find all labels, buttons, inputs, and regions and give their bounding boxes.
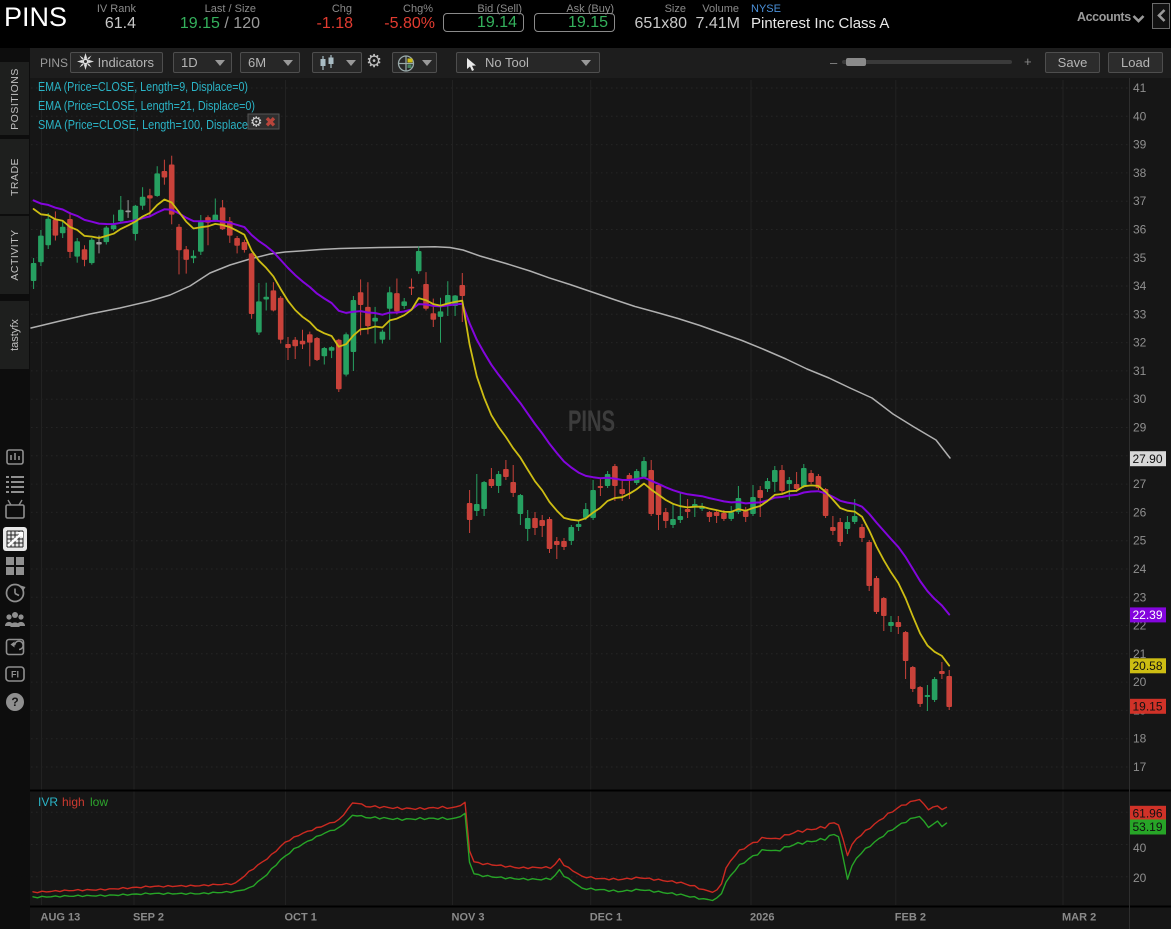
svg-text:SEP 2: SEP 2 bbox=[133, 912, 164, 924]
svg-text:30: 30 bbox=[1133, 392, 1147, 406]
svg-text:FEB 2: FEB 2 bbox=[895, 912, 926, 924]
svg-text:EMA (Price=CLOSE, Length=9, Di: EMA (Price=CLOSE, Length=9, Displace=0) bbox=[38, 79, 248, 94]
svg-text:39: 39 bbox=[1133, 138, 1147, 152]
svg-text:19.15: 19.15 bbox=[1133, 700, 1163, 714]
svg-text:33: 33 bbox=[1133, 307, 1147, 321]
svg-text:18: 18 bbox=[1133, 732, 1147, 746]
svg-text:29: 29 bbox=[1133, 421, 1147, 435]
svg-text:20: 20 bbox=[1133, 675, 1147, 689]
svg-text:SMA (Price=CLOSE, Length=100,: SMA (Price=CLOSE, Length=100, Displace bbox=[38, 117, 248, 132]
svg-text:DEC 1: DEC 1 bbox=[590, 912, 622, 924]
svg-text:high: high bbox=[62, 795, 85, 809]
svg-text:⚙: ⚙ bbox=[250, 114, 263, 130]
svg-text:36: 36 bbox=[1133, 223, 1147, 237]
svg-text:17: 17 bbox=[1133, 760, 1147, 774]
svg-text:40: 40 bbox=[1133, 109, 1147, 123]
svg-text:32: 32 bbox=[1133, 336, 1147, 350]
svg-text:PINS: PINS bbox=[568, 405, 615, 438]
svg-text:20: 20 bbox=[1133, 871, 1147, 885]
svg-text:22.39: 22.39 bbox=[1133, 608, 1163, 622]
svg-text:35: 35 bbox=[1133, 251, 1147, 265]
svg-text:27: 27 bbox=[1133, 477, 1147, 491]
svg-text:37: 37 bbox=[1133, 194, 1147, 208]
svg-text:?: ? bbox=[11, 695, 18, 709]
svg-text:40: 40 bbox=[1133, 841, 1147, 855]
svg-text:20.58: 20.58 bbox=[1133, 659, 1163, 673]
svg-text:27.90: 27.90 bbox=[1133, 452, 1163, 466]
svg-text:2026: 2026 bbox=[750, 912, 774, 924]
svg-text:25: 25 bbox=[1133, 534, 1147, 548]
svg-text:OCT 1: OCT 1 bbox=[285, 912, 317, 924]
svg-text:38: 38 bbox=[1133, 166, 1147, 180]
svg-text:53.19: 53.19 bbox=[1133, 820, 1163, 834]
svg-text:23: 23 bbox=[1133, 590, 1147, 604]
svg-text:IVR: IVR bbox=[38, 795, 58, 809]
svg-text:AUG 13: AUG 13 bbox=[41, 912, 81, 924]
svg-text:NOV 3: NOV 3 bbox=[452, 912, 485, 924]
svg-text:31: 31 bbox=[1133, 364, 1147, 378]
svg-text:EMA (Price=CLOSE, Length=21, D: EMA (Price=CLOSE, Length=21, Displace=0) bbox=[38, 98, 255, 113]
svg-text:FI: FI bbox=[11, 670, 19, 680]
svg-text:41: 41 bbox=[1133, 81, 1147, 95]
svg-text:MAR 2: MAR 2 bbox=[1062, 912, 1096, 924]
svg-text:24: 24 bbox=[1133, 562, 1147, 576]
svg-text:26: 26 bbox=[1133, 505, 1147, 519]
svg-text:low: low bbox=[90, 795, 108, 809]
svg-text:34: 34 bbox=[1133, 279, 1147, 293]
svg-text:61.96: 61.96 bbox=[1133, 807, 1163, 821]
svg-text:✖: ✖ bbox=[265, 115, 276, 130]
